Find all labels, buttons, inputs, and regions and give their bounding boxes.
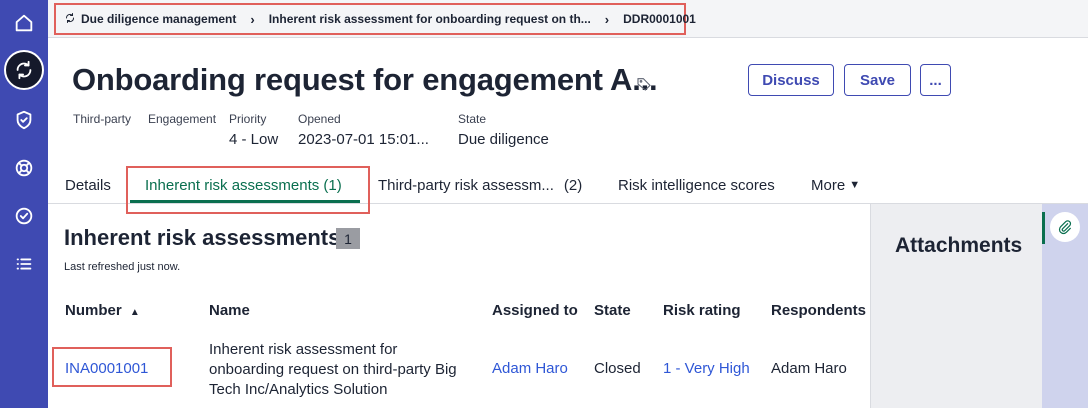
tab-details[interactable]: Details	[65, 166, 111, 204]
lifebuoy-icon	[15, 159, 33, 177]
column-header-assigned-to[interactable]: Assigned to	[492, 302, 578, 319]
save-button[interactable]: Save	[844, 64, 911, 96]
column-header-state[interactable]: State	[594, 302, 631, 319]
active-tab-highlight	[126, 166, 370, 214]
home-icon	[15, 14, 33, 32]
discuss-button[interactable]: Discuss	[748, 64, 834, 96]
column-header-risk-rating[interactable]: Risk rating	[663, 302, 741, 319]
respondents: Adam Haro	[771, 360, 847, 377]
attachments-panel: Attachments	[870, 204, 1042, 408]
home-button[interactable]	[8, 7, 40, 39]
field-label-state: State	[458, 112, 487, 126]
chevron-right-icon: ›	[250, 11, 255, 27]
sort-ascending-icon: ▲	[129, 307, 140, 318]
list-button[interactable]	[8, 248, 40, 280]
more-actions-button[interactable]: ...	[920, 64, 951, 96]
record-number-highlight	[52, 347, 172, 387]
field-label-priority: Priority	[229, 112, 267, 126]
tab-label: Third-party risk assessm...	[378, 176, 554, 194]
right-rail	[1042, 204, 1088, 408]
top-bar: Due diligence management › Inherent risk…	[48, 0, 1088, 38]
tab-more[interactable]: More ▼	[811, 166, 860, 204]
attachments-title: Attachments	[895, 234, 1023, 257]
attachments-button[interactable]	[1050, 212, 1080, 242]
risk-rating-link[interactable]: 1 - Very High	[663, 360, 750, 377]
breadcrumb-item-due-diligence[interactable]: Due diligence management	[64, 12, 236, 27]
record-name: Inherent risk assessment for onboarding …	[209, 340, 457, 400]
field-label-engagement: Engagement	[148, 112, 217, 126]
breadcrumb-label: Inherent risk assessment for onboarding …	[268, 12, 591, 26]
tab-label: More	[811, 176, 846, 194]
record-name-line: onboarding request on third-party Big	[209, 361, 457, 378]
check-circle-icon	[15, 207, 33, 225]
field-label-third-party: Third-party	[73, 112, 132, 126]
field-label-opened: Opened	[298, 112, 341, 126]
risk-button[interactable]	[8, 104, 40, 136]
last-refreshed-text: Last refreshed just now.	[64, 261, 181, 273]
column-header-number[interactable]: Number ▲	[65, 302, 140, 319]
workspace-button[interactable]	[4, 50, 44, 90]
support-button[interactable]	[8, 152, 40, 184]
shield-check-icon	[16, 110, 32, 130]
left-sidebar	[0, 0, 48, 408]
record-state: Closed	[594, 360, 641, 377]
list-title: Inherent risk assessments	[64, 225, 341, 250]
list-icon	[16, 258, 32, 270]
refresh-icon	[64, 12, 81, 27]
tab-third-party-risk-assessments[interactable]: Third-party risk assessm... (2)	[378, 166, 582, 204]
count-badge: 1	[336, 228, 360, 249]
chevron-right-icon: ›	[604, 11, 610, 27]
record-name-line: Tech Inc/Analytics Solution	[209, 381, 388, 398]
record-name-line: Inherent risk assessment for	[209, 341, 398, 358]
active-rail-indicator	[1042, 212, 1045, 244]
column-header-name[interactable]: Name	[209, 302, 250, 319]
tab-risk-intelligence-scores[interactable]: Risk intelligence scores	[618, 166, 775, 204]
field-value-priority: 4 - Low	[229, 131, 279, 148]
breadcrumb-label: Due diligence management	[81, 12, 237, 26]
tab-count: (2)	[563, 176, 583, 194]
breadcrumb: Due diligence management › Inherent risk…	[54, 3, 696, 35]
breadcrumb-item-record[interactable]: DDR0001001	[623, 12, 696, 26]
column-header-respondents[interactable]: Respondents	[771, 302, 866, 319]
breadcrumb-item-assessment[interactable]: Inherent risk assessment for onboarding …	[269, 12, 591, 26]
refresh-icon	[16, 60, 32, 80]
tasks-button[interactable]	[8, 200, 40, 232]
field-value-state: Due diligence	[458, 131, 549, 148]
field-value-opened: 2023-07-01 15:01...	[298, 131, 429, 148]
record-title: Onboarding request for engagement A...	[72, 62, 658, 97]
breadcrumb-label: DDR0001001	[623, 12, 696, 26]
paperclip-icon	[1058, 220, 1072, 235]
caret-down-icon: ▼	[849, 179, 861, 191]
assigned-to-link[interactable]: Adam Haro	[492, 360, 568, 377]
tag-icon[interactable]	[636, 76, 652, 92]
column-header-label: Number	[65, 302, 122, 319]
